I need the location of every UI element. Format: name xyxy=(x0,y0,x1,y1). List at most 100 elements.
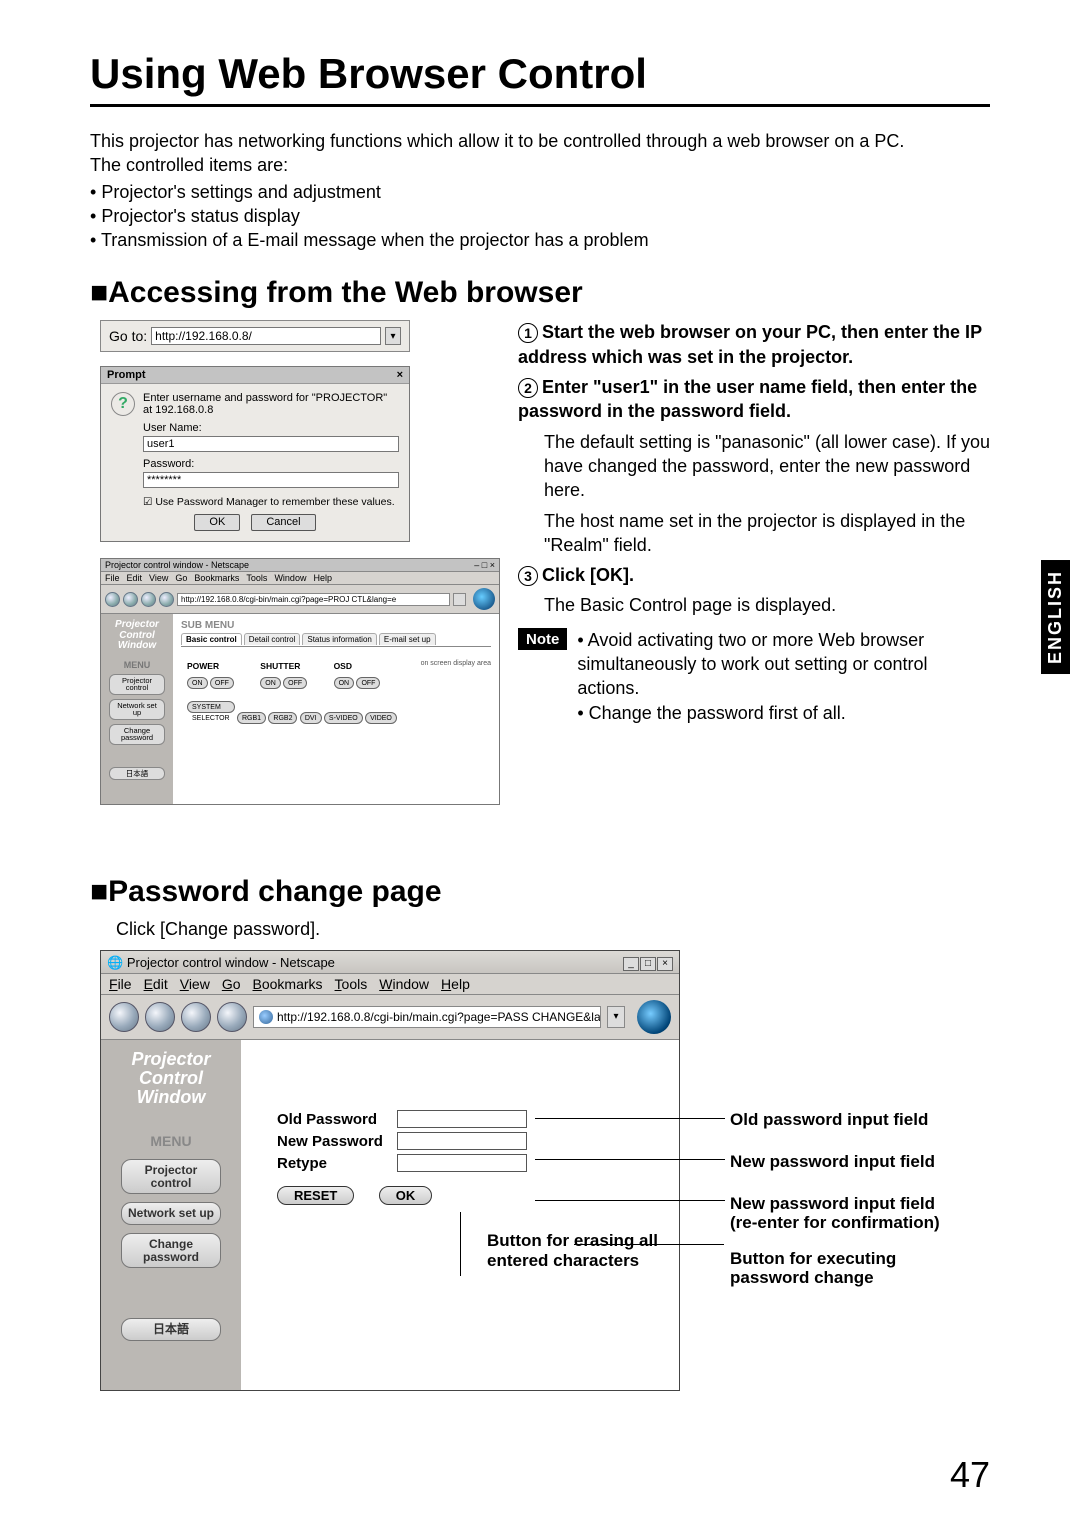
leader-line xyxy=(535,1200,725,1201)
browser-menubar[interactable]: FileEditViewGoBookmarksToolsWindowHelp xyxy=(101,974,679,995)
step-3-title: Click [OK]. xyxy=(542,565,634,585)
shutter-on-button[interactable]: ON xyxy=(260,677,281,689)
shutter-off-button[interactable]: OFF xyxy=(283,677,307,689)
osd-off-button[interactable]: OFF xyxy=(356,677,380,689)
step-1-title: Start the web browser on your PC, then e… xyxy=(518,322,982,366)
username-field[interactable]: user1 xyxy=(143,436,399,452)
goto-url-input[interactable]: http://192.168.0.8/ xyxy=(151,327,381,345)
retype-password-input[interactable] xyxy=(397,1154,527,1172)
prompt-title: Prompt xyxy=(107,369,146,381)
old-password-label: Old Password xyxy=(277,1111,397,1128)
note-item: Avoid activating two or more Web browser… xyxy=(577,628,990,701)
intro-block: This projector has networking functions … xyxy=(90,129,990,252)
back-icon[interactable] xyxy=(109,1002,139,1032)
step-3-detail: The Basic Control page is displayed. xyxy=(544,593,990,617)
url-dropdown-button[interactable] xyxy=(453,593,466,606)
power-on-button[interactable]: ON xyxy=(187,677,208,689)
reload-icon[interactable] xyxy=(181,1002,211,1032)
leader-line xyxy=(535,1159,725,1160)
tab-email-setup[interactable]: E-mail set up xyxy=(379,633,436,645)
url-dropdown-button[interactable]: ▾ xyxy=(607,1006,625,1028)
control-osd-label: OSD xyxy=(330,659,401,673)
page-title: Using Web Browser Control xyxy=(90,50,990,107)
tab-basic-control[interactable]: Basic control xyxy=(181,633,242,645)
osd-area-note: on screen display area xyxy=(421,660,491,667)
section-accessing-title: ■Accessing from the Web browser xyxy=(90,276,990,310)
input-dvi-button[interactable]: DVI xyxy=(300,712,322,724)
projector-control-window-large: 🌐 Projector control window - Netscape _□… xyxy=(100,950,680,1391)
browser-menubar[interactable]: FileEditViewGoBookmarksToolsWindowHelp xyxy=(101,572,499,585)
step-2-title: Enter "user1" in the user name field, th… xyxy=(518,377,977,421)
tab-detail-control[interactable]: Detail control xyxy=(244,633,301,645)
intro-bullet: Projector's settings and adjustment xyxy=(90,180,990,204)
sidebar-item-japanese[interactable]: 日本語 xyxy=(121,1318,221,1341)
intro-line: The controlled items are: xyxy=(90,153,990,177)
globe-icon xyxy=(259,1010,273,1024)
system-selector-button[interactable]: SYSTEM SELECTOR xyxy=(187,701,235,713)
sidebar-item-japanese[interactable]: 日本語 xyxy=(109,767,165,781)
input-svideo-button[interactable]: S-VIDEO xyxy=(324,712,363,724)
step-2-detail: The default setting is "panasonic" (all … xyxy=(544,430,990,503)
input-video-button[interactable]: VIDEO xyxy=(365,712,397,724)
reset-button-callout: Button for erasing allentered characters xyxy=(487,1231,659,1270)
forward-icon[interactable] xyxy=(145,1002,175,1032)
projector-control-window-small: Projector control window - Netscape – □ … xyxy=(100,558,500,805)
password-field[interactable]: ******** xyxy=(143,472,399,488)
password-label: Password: xyxy=(143,458,399,470)
callout-ok-button: Button for executingpassword change xyxy=(730,1249,940,1288)
forward-icon[interactable] xyxy=(123,592,138,607)
address-bar[interactable]: http://192.168.0.8/cgi-bin/main.cgi?page… xyxy=(177,593,450,606)
sidebar-item-network-setup[interactable]: Network set up xyxy=(121,1202,221,1225)
netscape-logo-icon xyxy=(473,588,495,610)
new-password-input[interactable] xyxy=(397,1132,527,1150)
callout-new-password: New password input field xyxy=(730,1152,940,1172)
window-buttons[interactable]: _□× xyxy=(622,954,673,971)
cancel-button[interactable]: Cancel xyxy=(251,514,315,531)
control-power-label: POWER xyxy=(183,659,254,673)
stop-icon[interactable] xyxy=(159,592,174,607)
language-english-tab: ENGLISH xyxy=(1041,560,1070,674)
leader-line xyxy=(460,1212,461,1276)
sidebar-item-change-password[interactable]: Change password xyxy=(121,1233,221,1268)
intro-bullet: Projector's status display xyxy=(90,204,990,228)
intro-bullet: Transmission of a E-mail message when th… xyxy=(90,228,990,252)
auth-prompt-dialog: Prompt × ? Enter username and password f… xyxy=(100,366,410,542)
sidebar-item-network-setup[interactable]: Network set up xyxy=(109,699,165,720)
page-number: 47 xyxy=(950,1454,990,1496)
note-badge: Note xyxy=(518,628,567,650)
sidebar-item-projector-control[interactable]: Projector control xyxy=(121,1159,221,1194)
old-password-input[interactable] xyxy=(397,1110,527,1128)
window-buttons[interactable]: – □ × xyxy=(474,560,495,570)
leader-line xyxy=(535,1118,725,1119)
power-off-button[interactable]: OFF xyxy=(210,677,234,689)
window-title: Projector control window - Netscape xyxy=(105,560,249,570)
back-icon[interactable] xyxy=(105,592,120,607)
address-bar[interactable]: http://192.168.0.8/cgi-bin/main.cgi?page… xyxy=(253,1006,601,1028)
input-rgb1-button[interactable]: RGB1 xyxy=(237,712,266,724)
ok-button[interactable]: OK xyxy=(379,1186,433,1205)
ok-button[interactable]: OK xyxy=(194,514,240,531)
retype-password-label: Retype xyxy=(277,1155,397,1172)
sidebar-item-change-password[interactable]: Change password xyxy=(109,724,165,745)
sidebar-item-projector-control[interactable]: Projector control xyxy=(109,674,165,695)
sidebar-menu-label: MENU xyxy=(105,660,169,670)
remember-checkbox[interactable]: ☑ Use Password Manager to remember these… xyxy=(143,496,399,508)
tab-status-information[interactable]: Status information xyxy=(302,633,376,645)
note-item: Change the password first of all. xyxy=(577,701,990,725)
sidebar-title: ProjectorControlWindow xyxy=(105,620,169,652)
sidebar-menu-label: MENU xyxy=(107,1133,235,1149)
reload-icon[interactable] xyxy=(141,592,156,607)
close-icon[interactable]: × xyxy=(397,369,403,381)
section-password-subtitle: Click [Change password]. xyxy=(116,919,990,940)
leader-line xyxy=(574,1244,724,1245)
callout-retype-password: New password input field(re-enter for co… xyxy=(730,1194,940,1233)
reset-button[interactable]: RESET xyxy=(277,1186,354,1205)
prompt-message: Enter username and password for "PROJECT… xyxy=(111,392,399,416)
goto-dropdown-button[interactable]: ▾ xyxy=(385,327,401,345)
stop-icon[interactable] xyxy=(217,1002,247,1032)
input-rgb2-button[interactable]: RGB2 xyxy=(268,712,297,724)
intro-line: This projector has networking functions … xyxy=(90,129,990,153)
step-2-detail: The host name set in the projector is di… xyxy=(544,509,990,558)
section-password-title: ■Password change page xyxy=(90,875,990,909)
osd-on-button[interactable]: ON xyxy=(334,677,355,689)
